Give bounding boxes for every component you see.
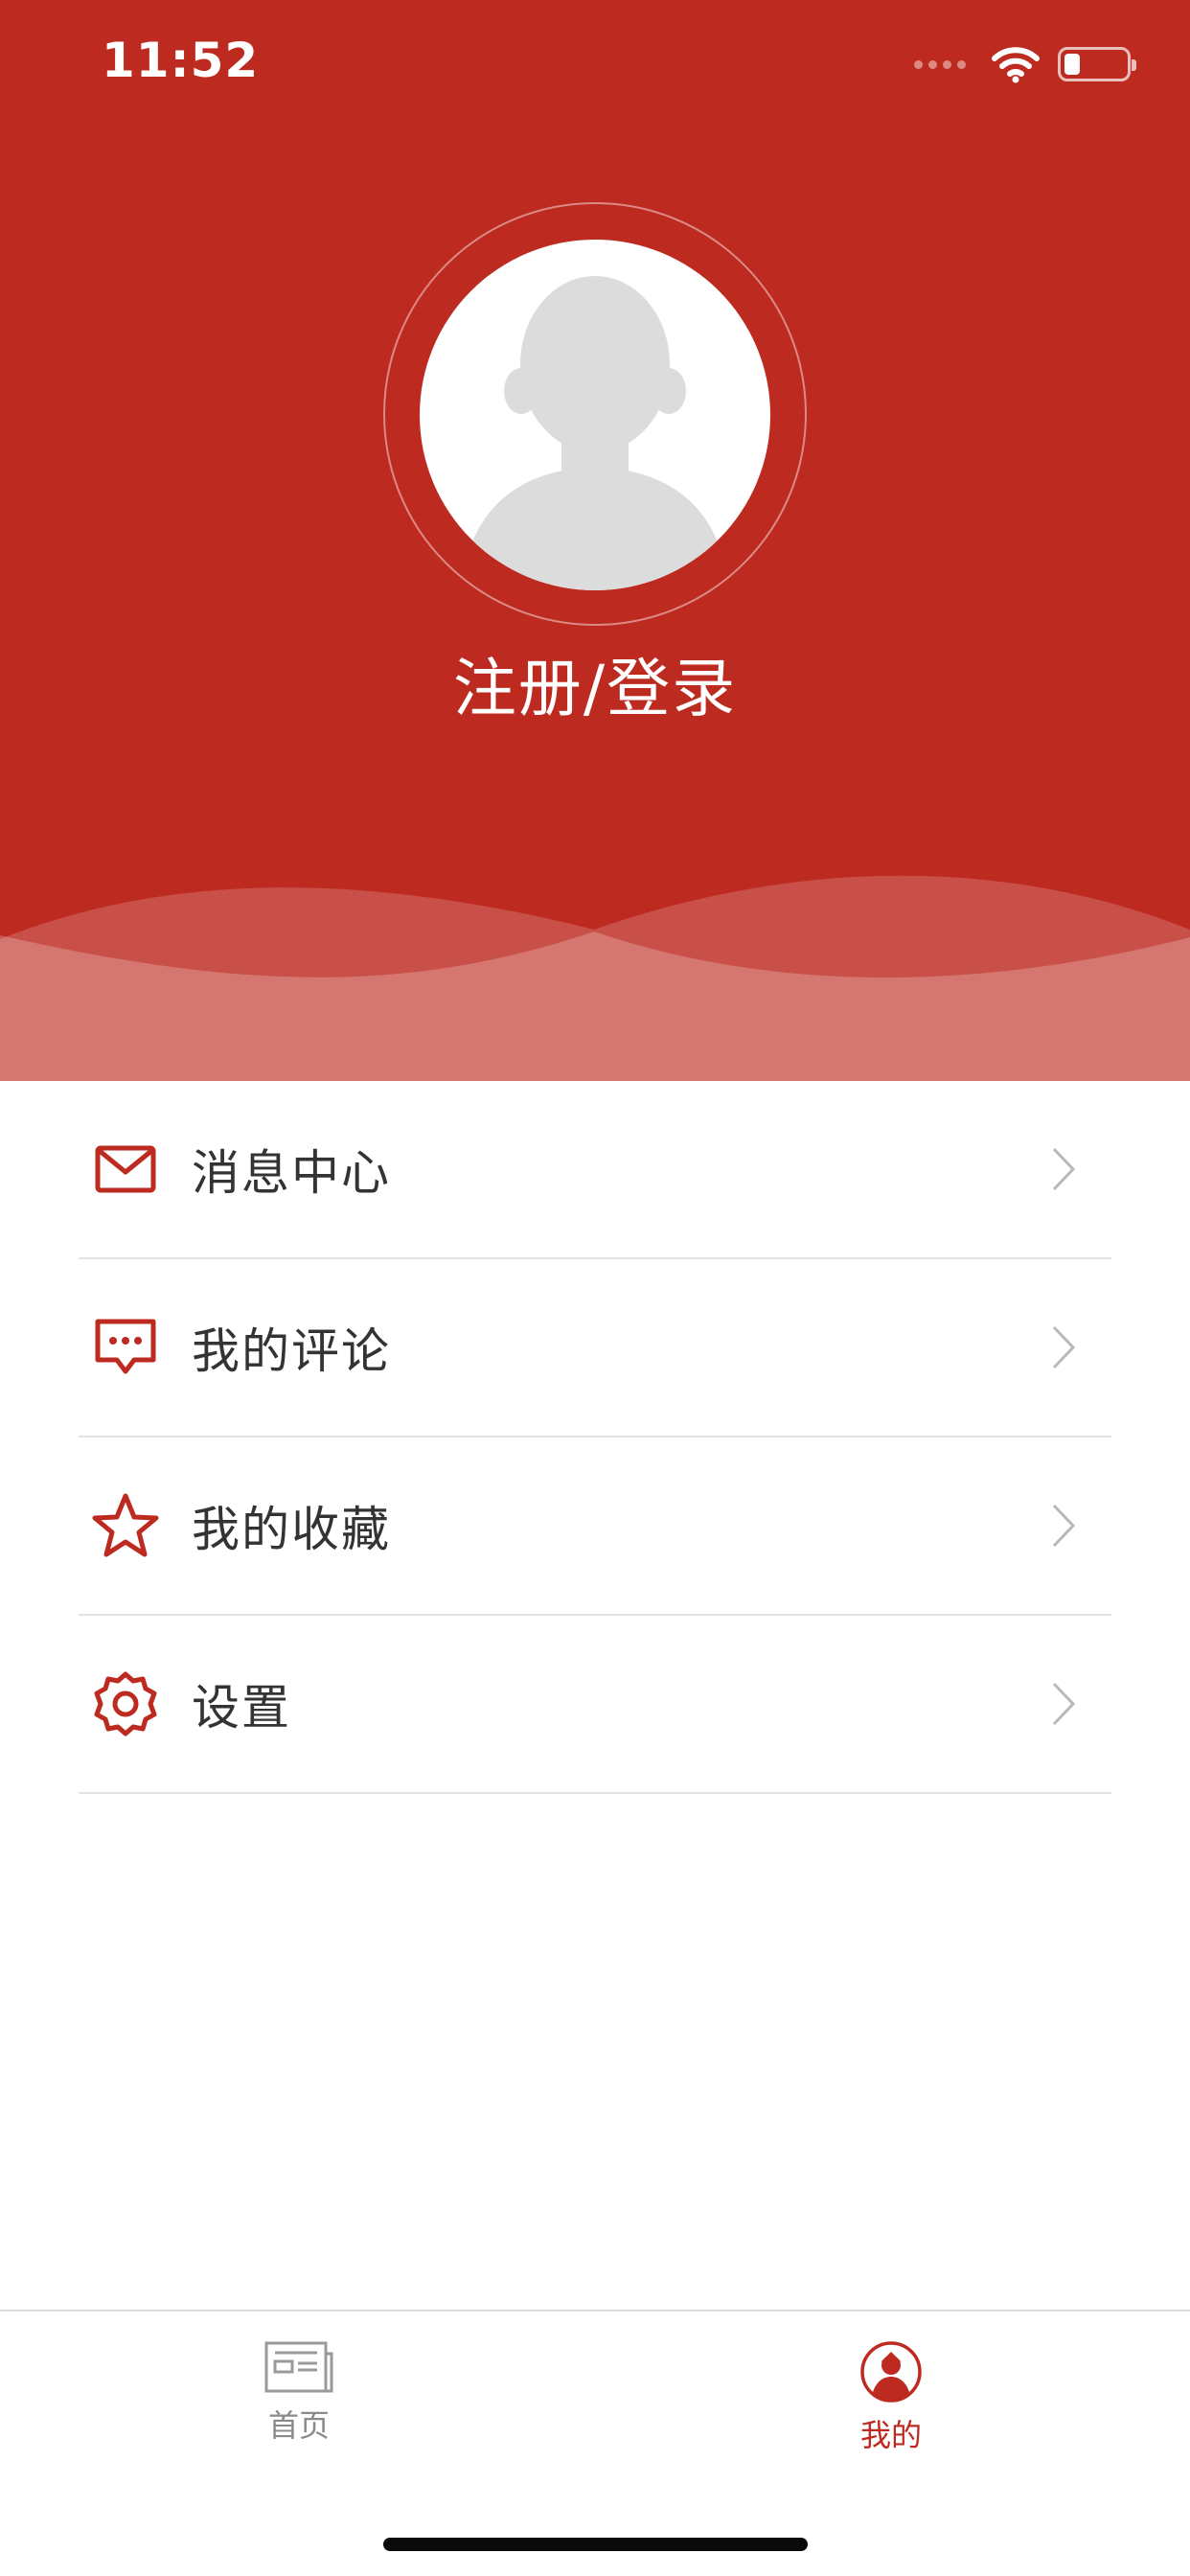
wave-decoration <box>0 875 1190 1081</box>
profile-page: 11:52 注册/登录 消息中心 我的评论 我的收藏 设置 首页 我的 <box>0 0 1190 2576</box>
wifi-icon <box>992 47 1040 83</box>
avatar-placeholder-icon <box>468 276 722 590</box>
tab-label: 我的 <box>859 2417 922 2453</box>
signal-icon <box>914 59 966 69</box>
status-icons <box>914 40 1136 88</box>
mail-icon <box>95 1145 156 1193</box>
menu-item-messages[interactable]: 消息中心 <box>79 1081 1111 1259</box>
tab-mine[interactable]: 我的 <box>747 2340 1035 2474</box>
chevron-right-icon <box>1052 1147 1076 1191</box>
star-icon <box>92 1493 159 1557</box>
tab-bar: 首页 我的 <box>0 2310 1190 2576</box>
menu-item-comments[interactable]: 我的评论 <box>79 1259 1111 1438</box>
avatar[interactable] <box>420 240 770 590</box>
chevron-right-icon <box>1052 1504 1076 1548</box>
battery-icon <box>1058 47 1136 81</box>
menu-item-label: 我的收藏 <box>192 1502 391 1557</box>
user-icon <box>860 2341 922 2403</box>
menu-item-label: 消息中心 <box>192 1145 391 1201</box>
gear-icon <box>94 1671 157 1736</box>
tab-home[interactable]: 首页 <box>155 2340 443 2474</box>
chevron-right-icon <box>1052 1325 1076 1369</box>
menu-list: 消息中心 我的评论 我的收藏 设置 <box>79 1081 1111 1794</box>
menu-item-label: 设置 <box>192 1680 291 1736</box>
status-time: 11:52 <box>102 33 260 88</box>
comment-icon <box>95 1319 156 1374</box>
chevron-right-icon <box>1052 1682 1076 1726</box>
menu-item-favorites[interactable]: 我的收藏 <box>79 1438 1111 1616</box>
newspaper-icon <box>264 2341 333 2393</box>
tab-label: 首页 <box>267 2407 330 2444</box>
menu-item-label: 我的评论 <box>192 1323 391 1379</box>
home-indicator[interactable] <box>383 2538 808 2551</box>
login-register-link[interactable]: 注册/登录 <box>0 637 1190 729</box>
menu-item-settings[interactable]: 设置 <box>79 1616 1111 1794</box>
profile-header: 11:52 注册/登录 <box>0 0 1190 1081</box>
